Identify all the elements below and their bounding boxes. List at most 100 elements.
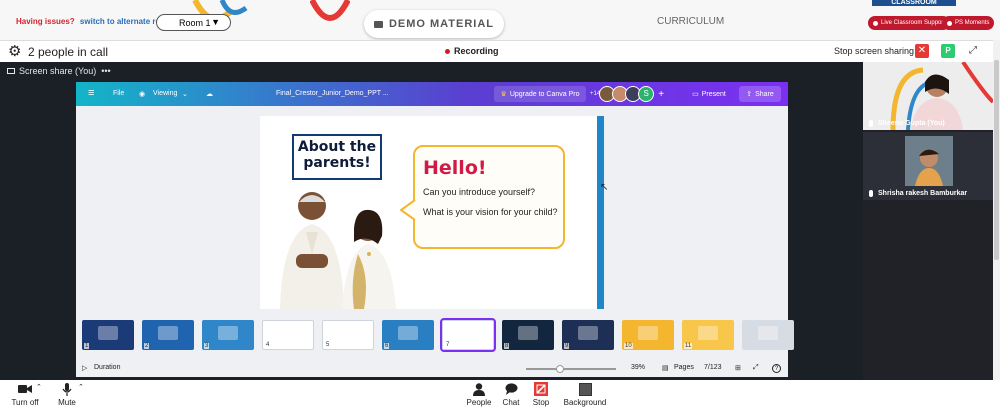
help-icon[interactable]: ? [772,364,781,373]
gear-icon[interactable]: ⚙ [8,44,21,59]
screen-share-label: Screen share (You) ••• [7,66,111,76]
present-icon: ▭ [692,91,699,98]
live-support-button[interactable]: Live Classroom Support [868,16,951,30]
thumbnail-art [517,326,539,340]
participant-name: Sheenu Gupta (You) [878,119,945,127]
slide-edge-strip [597,116,604,309]
present-button[interactable]: ▭ Present [685,86,733,102]
thumbnail-art [458,326,478,340]
slide-thumbnail[interactable]: 7 [440,318,496,352]
pages-button[interactable]: Pages [674,364,694,371]
upgrade-canva-pro-button[interactable]: ♛ Upgrade to Canva Pro [494,86,586,102]
thumbnail-art [278,326,298,340]
stop-screen-icon [518,382,564,396]
thumbnail-number: 2 [144,343,150,349]
thumbnail-number: 9 [564,343,570,349]
slide-thumbnail[interactable]: 8 [502,320,554,350]
slide-thumbnail[interactable]: 10 [622,320,674,350]
slide-thumbnail[interactable]: 5 [322,320,374,350]
participant-tile[interactable]: Shrisha rakesh Bamburkar [863,132,993,200]
document-title[interactable]: Final_Crestor_Junior_Demo_PPT ... [276,90,389,97]
slide-thumbnail[interactable]: 9 [562,320,614,350]
slide-thumbnail[interactable]: 1 [82,320,134,350]
upgrade-label: Upgrade to Canva Pro [509,90,580,98]
tab-classroom[interactable]: CLASSROOM [872,0,956,6]
slide-thumbnail[interactable]: 2 [142,320,194,350]
thumbnail-number: 1 [84,343,90,349]
thumbnail-art [338,326,358,340]
grid-view-icon[interactable]: ⊞ [735,364,741,372]
slide-title: About the parents! [292,134,382,180]
mic-icon [869,189,873,197]
thumbnail-art [217,326,239,340]
slide-question-2: What is your vision for your child? [423,207,558,217]
top-navigation-bar: Having issues? switch to alternate room … [0,0,1000,40]
zoom-level: 39% [631,364,646,371]
people-count: 2 people in call [28,45,109,59]
moments-icon [947,20,952,26]
viewing-menu[interactable]: Viewing [153,90,177,97]
thumbnail-number: 8 [504,343,510,349]
fullscreen-icon[interactable]: ⤢ [753,364,759,372]
support-icon [873,20,878,26]
ps-moments-label: PS Moments [955,20,990,26]
slide-question-1: Can you introduce yourself? [423,187,536,197]
duration-button[interactable]: Duration [94,364,120,371]
folder-icon [373,20,383,28]
menu-icon[interactable]: ≡ [88,87,94,99]
share-label: Share [755,90,774,98]
more-options-icon[interactable]: ••• [101,66,110,76]
add-collaborator-icon[interactable]: + [658,89,664,100]
call-header: ⚙ 2 people in call Recording Stop screen… [0,40,993,62]
canva-toolbar: ≡ File ◉ Viewing ⌄ ☁ Final_Crestor_Junio… [76,82,788,106]
screen-share-text: Screen share (You) [19,66,97,76]
cloud-icon: ☁ [206,91,213,98]
p-badge-button[interactable]: P [941,44,955,58]
mouse-cursor-icon: ↖ [600,182,609,193]
live-support-label: Live Classroom Support [881,20,946,26]
room-select[interactable]: Room 1 ▼ [156,14,231,31]
thumbnail-art [757,326,779,340]
shared-canva-window: ≡ File ◉ Viewing ⌄ ☁ Final_Crestor_Junio… [76,82,794,377]
collaborator-avatars[interactable]: +14 S + [590,86,664,102]
thumbnail-number: 11 [684,343,693,349]
page-counter: 7/123 [704,364,722,371]
slide-thumbnail[interactable]: 6 [382,320,434,350]
file-menu[interactable]: File [113,90,124,97]
slide-thumbnail[interactable]: 4 [262,320,314,350]
tab-demo-material[interactable]: DEMO MATERIAL [364,10,504,38]
turn-off-label: Turn off [11,398,39,407]
thumbnail-number: 5 [325,342,331,348]
mic-options-chevron-icon[interactable]: ⌃ [78,383,84,391]
current-slide: About the parents! Hello! Can you introd… [260,116,598,309]
chevron-down-icon: ⌄ [182,91,188,98]
participant-name: Shrisha rakesh Bamburkar [878,189,968,197]
scrollbar-thumb[interactable] [994,60,999,260]
slide-thumbnail[interactable]: 11 [682,320,734,350]
bubble-tail [400,199,416,221]
background-button[interactable]: Background [562,382,608,407]
thumbnail-art [97,326,119,340]
slide-thumbnail[interactable]: 3 [202,320,254,350]
thumbnail-number: 6 [384,343,390,349]
recording-label: Recording [454,46,499,56]
thumbnail-number: 10 [624,343,633,349]
share-button[interactable]: ⇪ Share [739,86,781,102]
upload-icon: ⇪ [746,91,753,98]
camera-options-chevron-icon[interactable]: ⌃ [36,383,42,391]
stop-share-button[interactable]: Stop [518,382,564,407]
zoom-slider-handle[interactable] [556,365,564,373]
avatar-s: S [638,86,655,102]
ps-moments-button[interactable]: PS Moments [942,16,995,30]
thumbnail-art [577,326,599,340]
timer-icon: ▷ [82,365,88,372]
speech-bubble: Hello! Can you introduce yourself? What … [413,145,565,249]
call-toolbar: Turn off ⌃ Mute ⌃ People Chat Stop Backg… [0,380,1000,410]
page-scrollbar[interactable] [993,40,1000,380]
stop-sharing-close-button[interactable]: ✕ [915,44,929,58]
zoom-slider[interactable] [526,368,616,370]
slide-thumbnail[interactable] [742,320,794,350]
participant-tile[interactable]: Sheenu Gupta (You) [863,62,993,130]
expand-icon[interactable]: ⤢ [966,44,980,58]
tab-curriculum[interactable]: CURRICULUM [657,16,724,27]
